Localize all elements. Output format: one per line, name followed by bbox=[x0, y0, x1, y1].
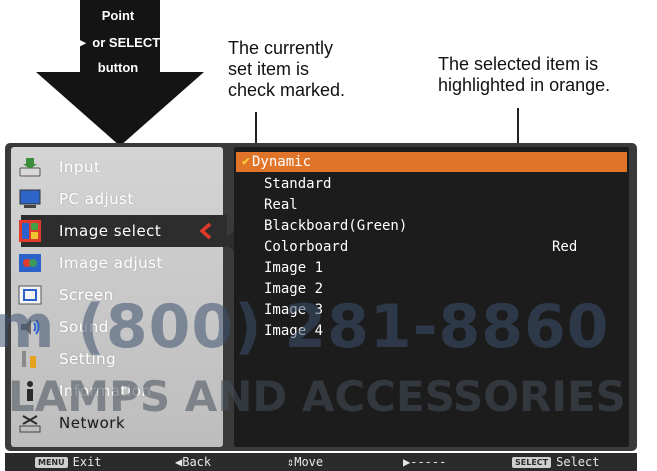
setting-icon bbox=[17, 347, 43, 371]
option-label: Image 1 bbox=[264, 260, 324, 276]
image-adjust-icon bbox=[17, 251, 43, 275]
information-icon bbox=[17, 379, 43, 403]
option-colorboard[interactable]: Colorboard Red bbox=[236, 237, 627, 257]
exit-hint: MENU Exit bbox=[35, 455, 102, 469]
option-label: Colorboard bbox=[264, 239, 349, 255]
check-mark-icon: ✔ bbox=[242, 154, 250, 169]
option-label: Image 2 bbox=[264, 281, 324, 297]
osd-sidebar: Input PC adjust Image select Image adjus… bbox=[11, 147, 227, 447]
sidebar-item-label: Image adjust bbox=[59, 254, 163, 272]
arrow-line-3: button bbox=[97, 60, 139, 75]
sidebar-item-network[interactable]: Network bbox=[11, 407, 223, 439]
callout-check-marked: The currently set item is check marked. bbox=[228, 38, 346, 100]
option-label: Image 4 bbox=[264, 323, 324, 339]
sidebar-item-label: Image select bbox=[59, 222, 162, 240]
options-panel: ✔ Dynamic Standard Real Blackboard(Green… bbox=[234, 147, 629, 447]
back-label: ◀Back bbox=[175, 455, 212, 469]
chevron-left-icon bbox=[199, 222, 212, 240]
instruction-arrow: Point ► or SELECT button bbox=[18, 0, 218, 150]
sidebar-item-setting[interactable]: Setting bbox=[11, 343, 223, 375]
back-hint: ◀Back bbox=[175, 455, 211, 469]
sound-icon bbox=[17, 315, 43, 339]
image-select-icon bbox=[17, 219, 43, 243]
sidebar-item-label: Network bbox=[59, 414, 126, 432]
arrow-line-1: Point bbox=[101, 8, 135, 23]
option-blackboard-green[interactable]: Blackboard(Green) bbox=[236, 216, 627, 236]
option-standard[interactable]: Standard bbox=[236, 174, 627, 194]
select-label: Select bbox=[556, 455, 600, 469]
input-icon bbox=[17, 155, 43, 179]
option-dynamic[interactable]: ✔ Dynamic bbox=[236, 152, 627, 172]
option-label: Dynamic bbox=[252, 154, 312, 170]
select-hint: SELECT Select bbox=[512, 455, 599, 469]
sidebar-item-label: Input bbox=[59, 158, 101, 176]
move-hint: ⇕Move bbox=[287, 455, 323, 469]
sidebar-item-sound[interactable]: Sound bbox=[11, 311, 223, 343]
status-bar: MENU Exit ◀Back ⇕Move ▶----- SELECT Sele… bbox=[5, 453, 637, 471]
move-label: ⇕Move bbox=[287, 455, 324, 469]
option-label: Blackboard(Green) bbox=[264, 218, 408, 234]
sidebar-item-pc-adjust[interactable]: PC adjust bbox=[11, 183, 223, 215]
option-image-4[interactable]: Image 4 bbox=[236, 321, 627, 341]
colorboard-value: Red bbox=[552, 239, 578, 255]
menu-key-icon: MENU bbox=[35, 456, 68, 468]
sidebar-item-label: Sound bbox=[59, 318, 109, 336]
sidebar-item-label: Information bbox=[59, 382, 152, 400]
sidebar-item-input[interactable]: Input bbox=[11, 151, 223, 183]
option-image-1[interactable]: Image 1 bbox=[236, 258, 627, 278]
option-image-3[interactable]: Image 3 bbox=[236, 300, 627, 320]
option-label: Real bbox=[264, 197, 298, 213]
sidebar-item-information[interactable]: Information bbox=[11, 375, 223, 407]
sidebar-item-screen[interactable]: Screen bbox=[11, 279, 223, 311]
option-real[interactable]: Real bbox=[236, 195, 627, 215]
option-image-2[interactable]: Image 2 bbox=[236, 279, 627, 299]
sidebar-item-label: Setting bbox=[59, 350, 117, 368]
screen-icon bbox=[17, 283, 43, 307]
pc-adjust-icon bbox=[17, 187, 43, 211]
next-label: ▶----- bbox=[403, 455, 447, 469]
sidebar-item-image-adjust[interactable]: Image adjust bbox=[11, 247, 223, 279]
select-key-icon: SELECT bbox=[512, 456, 552, 468]
exit-label: Exit bbox=[72, 455, 102, 469]
sidebar-item-label: Screen bbox=[59, 286, 114, 304]
next-hint: ▶----- bbox=[403, 455, 446, 469]
arrow-line-2: ► or SELECT bbox=[75, 35, 161, 50]
option-label: Standard bbox=[264, 176, 332, 192]
option-label: Image 3 bbox=[264, 302, 324, 318]
callout-highlighted: The selected item is highlighted in oran… bbox=[438, 54, 611, 95]
network-icon bbox=[17, 411, 43, 435]
sidebar-item-label: PC adjust bbox=[59, 190, 134, 208]
sidebar-item-image-select[interactable]: Image select bbox=[19, 215, 227, 247]
